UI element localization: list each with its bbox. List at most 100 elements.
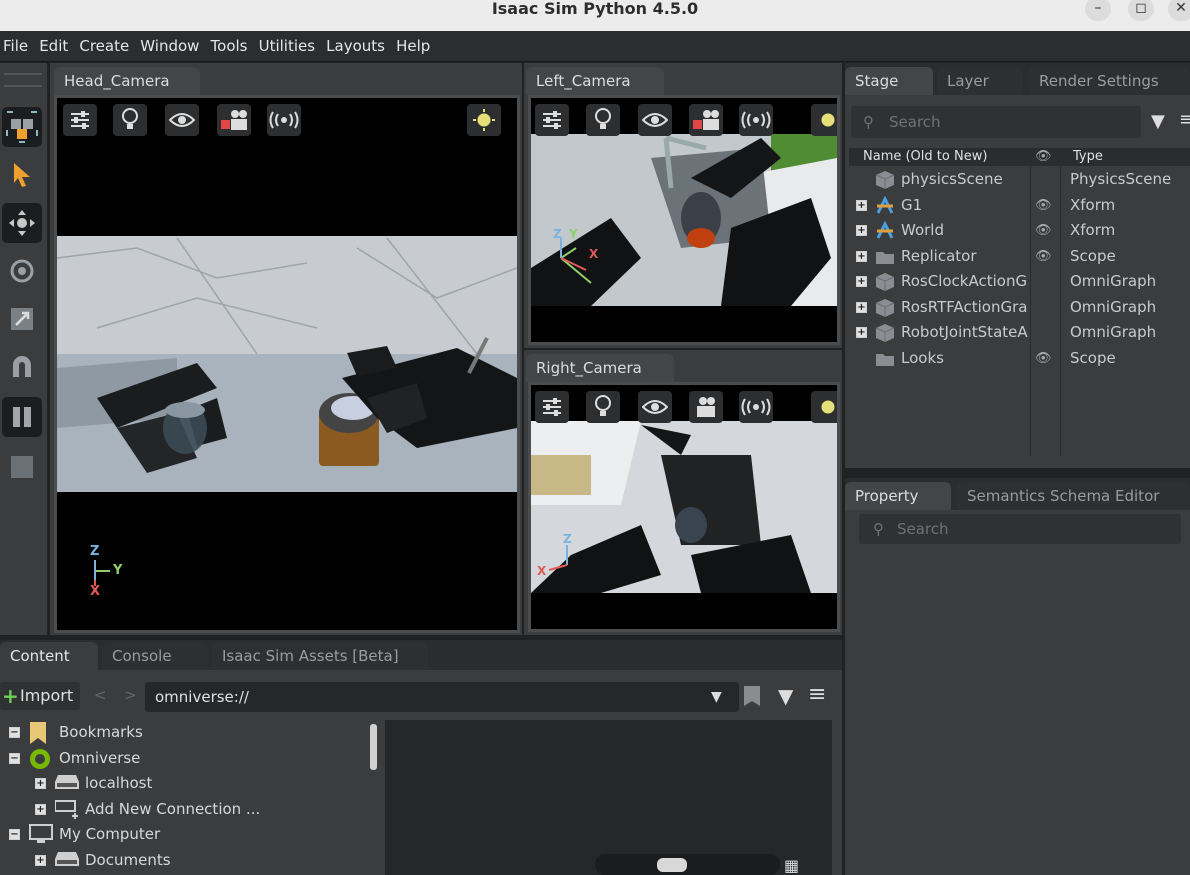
tab-semantics-schema-editor[interactable]: Semantics Schema Editor (957, 482, 1190, 510)
right-visibility-button[interactable] (638, 391, 672, 423)
close-button[interactable]: ✕ (1168, 0, 1190, 21)
import-button[interactable]: + Import (0, 682, 80, 710)
expand-toggle[interactable]: − (9, 727, 20, 738)
tab-property[interactable]: Property (845, 482, 951, 510)
content-tree-item[interactable]: − Omniverse (0, 746, 370, 771)
tab-left-camera[interactable]: Left_Camera (526, 67, 664, 95)
pause-button[interactable] (2, 397, 42, 437)
list-menu-icon[interactable]: ≡ (808, 682, 826, 707)
viewport-settings-button[interactable] (63, 104, 97, 136)
tab-console[interactable]: Console (102, 642, 208, 670)
menu-edit[interactable]: Edit (39, 31, 68, 62)
expand-toggle[interactable]: + (856, 276, 867, 287)
menu-create[interactable]: Create (79, 31, 129, 62)
tab-content[interactable]: Content (0, 642, 98, 670)
rotate-tool-button[interactable] (2, 251, 42, 291)
path-dropdown-icon[interactable]: ▼ (711, 682, 722, 712)
stage-menu-button[interactable]: ≡ (1179, 109, 1190, 130)
stage-filter-button[interactable]: ▼ (1151, 111, 1165, 132)
stage-row[interactable]: + World 👁 Xform (849, 218, 1190, 243)
broadcast-button[interactable] (267, 104, 301, 136)
content-tree-item[interactable]: − Bookmarks (0, 720, 370, 745)
expand-toggle[interactable]: + (35, 854, 46, 866)
right-sun-button[interactable] (811, 391, 837, 423)
left-camera-lock-button[interactable] (689, 104, 723, 136)
tab-right-camera[interactable]: Right_Camera (526, 354, 674, 382)
left-lighting-button[interactable] (586, 104, 620, 136)
expand-toggle[interactable]: − (9, 752, 20, 764)
column-name-header[interactable]: Name (Old to New) (863, 148, 987, 166)
maximize-button[interactable]: ◻ (1128, 0, 1154, 21)
zoom-slider[interactable] (595, 854, 780, 875)
right-viewport-settings-button[interactable] (535, 391, 569, 423)
tab-render-settings[interactable]: Render Settings (1029, 67, 1190, 95)
tab-layer[interactable]: Layer (937, 67, 1023, 95)
left-broadcast-button[interactable] (739, 104, 773, 136)
scale-tool-button[interactable] (2, 299, 42, 339)
property-search-input[interactable]: ⚲ Search (859, 514, 1181, 544)
tab-stage[interactable]: Stage (845, 67, 933, 95)
stage-row[interactable]: + RosRTFActionGra OmniGraph (849, 295, 1190, 320)
sun-button[interactable] (467, 104, 501, 136)
stage-row[interactable]: physicsScene PhysicsScene (849, 167, 1190, 192)
expand-toggle[interactable]: − (9, 829, 20, 840)
tree-scrollbar[interactable] (370, 724, 377, 770)
lighting-button[interactable] (113, 104, 147, 136)
expand-toggle[interactable]: + (856, 199, 867, 211)
expand-toggle[interactable]: + (856, 225, 867, 236)
camera-lock-button[interactable] (217, 104, 251, 136)
expand-toggle[interactable]: + (856, 327, 867, 338)
path-input[interactable]: omniverse:// ▼ (145, 682, 739, 712)
menu-utilities[interactable]: Utilities (259, 31, 315, 62)
zoom-slider-handle[interactable] (657, 858, 687, 872)
menu-window[interactable]: Window (140, 31, 199, 62)
stage-row[interactable]: + Replicator 👁 Scope (849, 244, 1190, 269)
visibility-eye-icon[interactable]: 👁 (1035, 218, 1052, 243)
content-tree-item[interactable]: + Add New Connection ... (0, 797, 370, 822)
toolbar-grip[interactable] (4, 73, 42, 87)
move-tool-button[interactable] (2, 203, 42, 243)
stage-search-input[interactable]: ⚲ Search (851, 106, 1141, 138)
stop-button[interactable] (2, 447, 42, 487)
menu-layouts[interactable]: Layouts (326, 31, 385, 62)
stage-row[interactable]: + G1 👁 Xform (849, 193, 1190, 218)
expand-toggle[interactable]: + (35, 803, 46, 815)
content-tree-item[interactable]: + localhost (0, 771, 370, 796)
filter-icon[interactable]: ▼ (778, 684, 793, 708)
grid-view-icon[interactable]: ▦ (784, 856, 799, 875)
menu-help[interactable]: Help (396, 31, 430, 62)
menu-tools[interactable]: Tools (211, 31, 248, 62)
visibility-button[interactable] (165, 104, 199, 136)
left-camera-viewport[interactable]: Z Y X (528, 95, 840, 345)
stage-row[interactable]: + RosClockActionG OmniGraph (849, 269, 1190, 294)
snap-button[interactable] (2, 347, 42, 387)
stage-row[interactable]: + RobotJointStateA OmniGraph (849, 320, 1190, 345)
select-mode-button[interactable] (2, 107, 42, 147)
content-tree-item[interactable]: − My Computer (0, 822, 370, 847)
expand-toggle[interactable]: + (856, 301, 867, 313)
content-browser-area[interactable] (385, 720, 832, 875)
visibility-eye-icon[interactable]: 👁 (1035, 346, 1052, 371)
right-camera-viewport[interactable]: Z X (528, 382, 840, 632)
column-type-header[interactable]: Type (1073, 148, 1103, 166)
minimize-button[interactable]: – (1085, 0, 1111, 21)
left-viewport-settings-button[interactable] (535, 104, 569, 136)
content-tree-item[interactable]: + Documents (0, 848, 370, 873)
select-tool-button[interactable] (2, 155, 42, 195)
expand-toggle[interactable]: + (35, 778, 46, 789)
expand-toggle[interactable]: + (856, 250, 867, 262)
stage-row[interactable]: Looks 👁 Scope (849, 346, 1190, 371)
visibility-eye-icon[interactable]: 👁 (1035, 244, 1052, 269)
head-camera-viewport[interactable]: Z Y X (54, 95, 520, 633)
left-sun-button[interactable] (811, 104, 837, 136)
tab-isaac-sim-assets[interactable]: Isaac Sim Assets [Beta] (212, 642, 428, 670)
right-broadcast-button[interactable] (739, 391, 773, 423)
right-camera-button[interactable] (689, 391, 723, 423)
left-visibility-button[interactable] (638, 104, 672, 136)
forward-arrow-icon[interactable]: > (124, 686, 137, 704)
tab-head-camera[interactable]: Head_Camera (54, 67, 200, 95)
right-lighting-button[interactable] (586, 391, 620, 423)
back-arrow-icon[interactable]: < (94, 686, 107, 704)
visibility-eye-icon[interactable]: 👁 (1035, 193, 1052, 218)
menu-file[interactable]: File (3, 31, 28, 62)
